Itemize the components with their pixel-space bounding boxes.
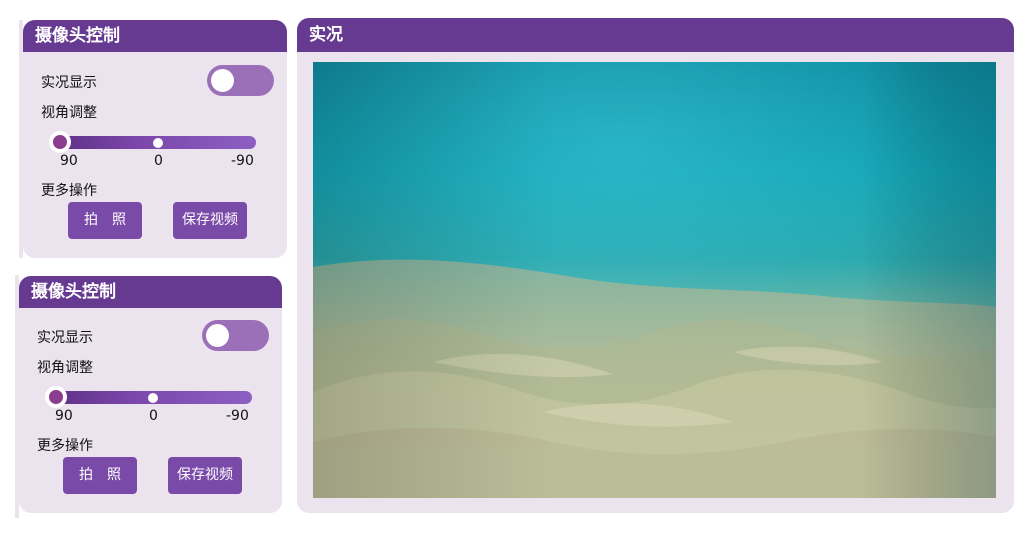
live-display-label: 实况显示 — [41, 75, 97, 91]
panel-title: 摄像头控制 — [19, 276, 282, 308]
angle-tick-0: 0 — [149, 408, 158, 424]
live-display-label: 实况显示 — [37, 330, 93, 346]
save-video-button[interactable]: 保存视频 — [173, 202, 247, 239]
live-view-panel: 实况 — [297, 18, 1014, 513]
angle-slider-center-mark — [148, 393, 158, 403]
angle-slider-thumb[interactable] — [45, 386, 67, 408]
angle-tick-90: 90 — [55, 408, 73, 424]
live-video-feed — [313, 62, 996, 498]
angle-slider-center-mark — [153, 138, 163, 148]
live-display-toggle[interactable] — [207, 65, 274, 96]
live-view-title: 实况 — [297, 18, 1014, 52]
more-actions-label: 更多操作 — [37, 438, 93, 454]
angle-tick-minus-90: -90 — [226, 408, 249, 424]
save-video-button[interactable]: 保存视频 — [168, 457, 242, 494]
angle-adjust-label: 视角调整 — [41, 105, 97, 121]
angle-tick-90: 90 — [60, 153, 78, 169]
take-photo-button[interactable]: 拍 照 — [68, 202, 142, 239]
toggle-knob — [211, 69, 234, 92]
angle-slider-thumb[interactable] — [49, 131, 71, 153]
live-display-toggle[interactable] — [202, 320, 269, 351]
more-actions-label: 更多操作 — [41, 183, 97, 199]
angle-tick-0: 0 — [154, 153, 163, 169]
angle-adjust-label: 视角调整 — [37, 360, 93, 376]
camera-control-panel-1: 摄像头控制 实况显示 视角调整 90 0 -90 更多操作 拍 照 保存视频 — [23, 20, 287, 258]
camera-control-panel-2: 摄像头控制 实况显示 视角调整 90 0 -90 更多操作 拍 照 保存视频 — [19, 276, 282, 513]
underwater-sand-photo — [313, 62, 996, 498]
take-photo-button[interactable]: 拍 照 — [63, 457, 137, 494]
panel-title: 摄像头控制 — [23, 20, 287, 52]
toggle-knob — [206, 324, 229, 347]
angle-tick-minus-90: -90 — [231, 153, 254, 169]
